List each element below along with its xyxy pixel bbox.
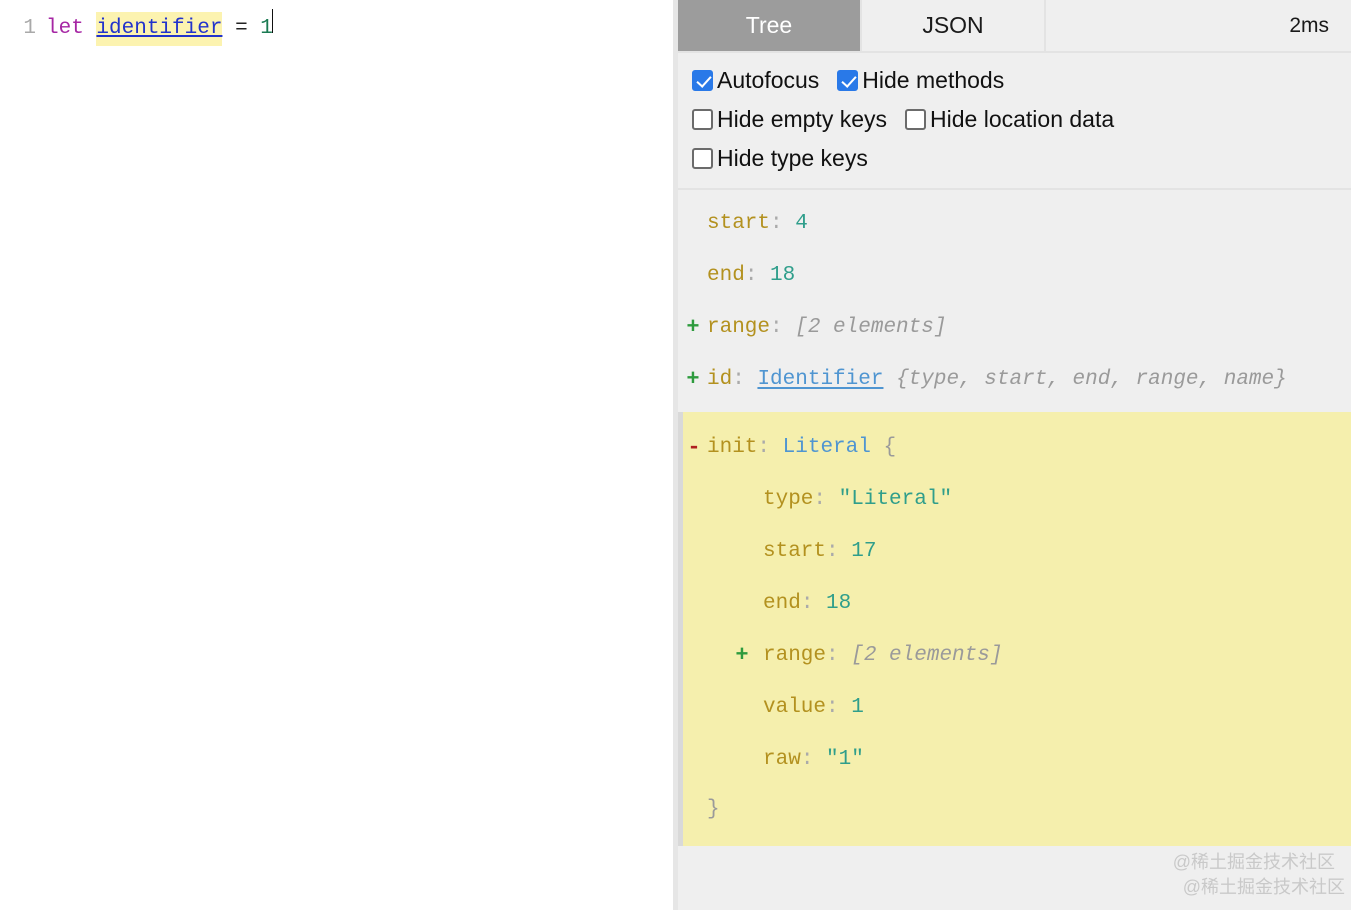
code-editor-pane[interactable]: 1 let identifier = 1 [0,0,678,910]
close-brace: } [707,798,720,821]
tree-node-init-type[interactable]: type: "Literal" [683,474,1351,526]
colon-init-start: : [826,540,839,563]
tree-node-init-raw[interactable]: raw: "1" [683,734,1351,786]
option-hide-location-data-label: Hide location data [930,106,1115,132]
tree-value-init-value: 1 [851,696,864,719]
colon-end: : [744,264,758,287]
tree-node-init-header[interactable]: - init: Literal { [683,422,1351,474]
tree-key-init-range: range [763,644,827,667]
tree-key-start: start [707,212,771,235]
tree-value-end: 18 [770,264,796,287]
tree-key-init-type: type [763,488,814,511]
tree-value-init-raw: "1" [826,748,864,771]
tree-node-init-range[interactable]: + range: [2 elements] [683,630,1351,682]
token-space-1 [84,12,97,46]
tree-key-init-end: end [763,592,801,615]
token-keyword: let [46,17,84,40]
options-row-3: Hide type keys [692,139,1337,177]
text-cursor [271,9,273,33]
colon-init-range: : [826,644,839,667]
token-identifier[interactable]: identifier [96,12,223,46]
token-space-2 [222,12,235,46]
tab-json[interactable]: JSON [862,0,1046,51]
tree-node-end[interactable]: end: 18 [678,250,1351,302]
ast-explorer-app: 1 let identifier = 1 Tree JSON 2ms Autof… [0,0,1356,910]
token-operator: = [235,17,248,40]
tree-key-init-value: value [763,696,827,719]
code-line-1[interactable]: 1 let identifier = 1 [0,0,673,46]
tree-value-start: 4 [795,212,808,235]
tree-preview-init-range: [2 elements] [851,644,1003,667]
tree-node-init-end[interactable]: end: 18 [683,578,1351,630]
tree-value-init-type: "Literal" [838,488,953,511]
colon-init: : [757,436,771,459]
option-hide-type-keys-label: Hide type keys [717,145,868,171]
option-hide-empty-keys-label: Hide empty keys [717,106,888,132]
checkbox-hide-type-keys-icon[interactable] [692,147,713,169]
colon-init-value: : [826,696,839,719]
option-hide-empty-keys[interactable]: Hide empty keys [692,100,887,138]
colon-init-raw: : [800,748,814,771]
checkbox-autofocus-icon[interactable] [692,69,713,91]
option-hide-type-keys[interactable]: Hide type keys [692,139,868,177]
tree-value-init-start: 17 [851,540,877,563]
tree-node-init-highlighted[interactable]: - init: Literal { type: "Literal" start:… [678,412,1351,846]
colon-init-type: : [813,488,827,511]
tree-preview-id: {type, start, end, range, name} [896,368,1287,391]
options-row-2: Hide empty keys Hide location data [692,100,1337,138]
tree-key-end: end [707,264,745,287]
token-space-3 [248,12,261,46]
tree-node-start[interactable]: start: 4 [678,198,1351,250]
tree-key-init-start: start [763,540,827,563]
tree-options: Autofocus Hide methods Hide empty keys H… [678,53,1351,190]
option-hide-methods-label: Hide methods [862,67,1005,93]
tree-preview-range: [2 elements] [795,316,947,339]
open-brace: { [883,436,897,459]
checkbox-hide-location-data-icon[interactable] [905,108,927,130]
colon-id: : [732,368,745,391]
checkbox-hide-empty-keys-icon[interactable] [692,108,713,130]
tree-node-range[interactable]: + range: [2 elements] [678,302,1351,354]
tree-node-init-value[interactable]: value: 1 [683,682,1351,734]
ast-tree-body[interactable]: start: 4 end: 18 + range: [2 elements] +… [678,190,1351,910]
tree-key-init: init [707,436,758,459]
options-row-1: Autofocus Hide methods [692,61,1337,99]
tree-node-type-link-identifier[interactable]: Identifier [757,368,883,391]
colon-start: : [770,212,783,235]
checkbox-hide-methods-icon[interactable] [837,69,859,91]
line-number-gutter: 1 [23,17,36,40]
option-autofocus[interactable]: Autofocus [692,61,819,99]
tree-node-id[interactable]: + id: Identifier {type, start, end, rang… [678,354,1351,412]
tree-key-range: range [707,316,771,339]
tree-node-init-start[interactable]: start: 17 [683,526,1351,578]
option-hide-location-data[interactable]: Hide location data [905,100,1114,138]
tab-tree[interactable]: Tree [678,0,862,51]
panel-tabbar: Tree JSON 2ms [678,0,1351,53]
tree-key-id: id [707,368,733,391]
collapse-minus-icon[interactable]: - [687,422,701,474]
parse-timing-label: 2ms [1289,13,1329,37]
tree-key-init-raw: raw [763,748,801,771]
ast-panel: Tree JSON 2ms Autofocus Hide methods Hid… [678,0,1351,910]
expand-plus-icon-id[interactable]: + [686,354,700,406]
colon-init-end: : [800,592,814,615]
expand-plus-icon-init-range[interactable]: + [735,630,749,682]
tree-value-init-end: 18 [826,592,852,615]
option-autofocus-label: Autofocus [717,67,820,93]
tree-node-type-literal[interactable]: Literal [783,436,871,459]
option-hide-methods[interactable]: Hide methods [837,61,1004,99]
colon-range: : [770,316,783,339]
expand-plus-icon[interactable]: + [686,302,700,354]
